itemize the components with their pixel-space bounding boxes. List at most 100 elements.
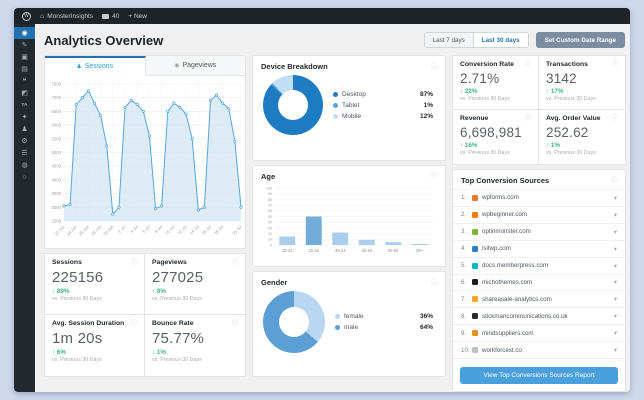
source-domain: docs.memberpress.com: [482, 262, 549, 270]
chevron-down-icon[interactable]: ▾: [614, 278, 617, 286]
set-custom-date-range-button[interactable]: Set Custom Date Range: [535, 32, 625, 48]
view-top-conversion-sources-report-button[interactable]: View Top Conversions Sources Report: [460, 367, 618, 384]
sidebar-item-comments[interactable]: ❝: [14, 75, 35, 87]
legend-item: male 64%: [335, 324, 433, 331]
svg-text:25-34: 25-34: [308, 248, 319, 253]
info-icon[interactable]: ⓘ: [431, 280, 437, 286]
conversion-source-row[interactable]: 10. workforcext.co ▾: [453, 341, 625, 358]
source-favicon: [472, 194, 478, 201]
stat-card-bounce-rate: Bounce Rate ⓘ 75.77% ↓ 1% vs. Previous 30 Da…: [145, 315, 246, 377]
info-icon[interactable]: ⓘ: [131, 321, 137, 327]
sidebar-item-plugins[interactable]: ✦: [14, 111, 35, 123]
stat-compare: vs. Previous 30 Days: [546, 96, 596, 102]
sidebar-item-ta-plugin[interactable]: TA: [14, 99, 35, 111]
sidebar-item-collapse[interactable]: ○: [14, 171, 35, 183]
chevron-down-icon[interactable]: ▾: [614, 228, 617, 236]
svg-text:7500: 7500: [51, 82, 61, 87]
info-icon[interactable]: ⓘ: [525, 62, 531, 68]
gender-donut-chart: [263, 291, 325, 353]
site-menu[interactable]: ⌂ MonsterInsights: [40, 13, 93, 20]
legend-dot: [335, 314, 340, 319]
left-column: ♟ Sessions ◉ Pageviews 2500 3000 3500 4000 4…: [44, 55, 246, 392]
chevron-down-icon[interactable]: ▾: [614, 346, 617, 354]
stat-compare: vs. Previous 30 Days: [52, 357, 102, 363]
info-icon[interactable]: ⓘ: [612, 62, 618, 68]
conversion-source-row[interactable]: 3. optinmonster.com ▾: [453, 222, 625, 240]
legend-dot: [335, 325, 340, 330]
info-icon[interactable]: ⓘ: [525, 116, 531, 122]
info-icon[interactable]: ⓘ: [232, 260, 238, 266]
last-7-days-button[interactable]: Last 7 days: [424, 33, 473, 47]
chevron-down-icon[interactable]: ▾: [614, 329, 617, 337]
chevron-down-icon[interactable]: ▾: [614, 312, 617, 320]
source-domain: wpforms.com: [482, 194, 519, 202]
info-icon[interactable]: ⓘ: [131, 260, 137, 266]
chevron-down-icon[interactable]: ▾: [614, 262, 617, 270]
settings-icon: ☰: [21, 149, 28, 157]
collapse-icon: ○: [22, 173, 27, 181]
info-icon[interactable]: ⓘ: [612, 116, 618, 122]
device-breakdown-title: Device Breakdown: [261, 62, 328, 71]
sidebar-item-posts[interactable]: ✎: [14, 39, 35, 51]
conversion-source-row[interactable]: 9. mindsuppliers.com ▾: [453, 324, 625, 341]
ta-plugin-icon: TA: [21, 101, 28, 107]
new-content-menu[interactable]: + New: [128, 13, 147, 20]
stat-label: Avg. Order Value: [546, 115, 601, 122]
date-range-controls: Last 7 days Last 30 days Set Custom Date…: [423, 32, 625, 48]
stat-change: ↑ 6%: [52, 349, 66, 356]
sidebar-item-media[interactable]: ▣: [14, 51, 35, 63]
svg-text:35-44: 35-44: [335, 248, 346, 253]
legend-dot: [333, 91, 338, 97]
info-icon[interactable]: ⓘ: [232, 321, 238, 327]
chevron-down-icon[interactable]: ▾: [614, 211, 617, 219]
tab-sessions[interactable]: ♟ Sessions: [45, 56, 146, 76]
device-breakdown-legend: Desktop 87% Tablet 1% Mobile 12%: [333, 91, 435, 120]
chevron-down-icon[interactable]: ▾: [614, 194, 617, 202]
source-favicon: [472, 279, 478, 286]
conversion-source-row[interactable]: 8. stickmancommunications.co.uk ▾: [453, 307, 625, 324]
conversion-source-row[interactable]: 6. michothemes.com ▾: [453, 273, 625, 291]
sidebar-item-tools[interactable]: ⚙: [14, 135, 35, 147]
device-breakdown-donut-chart: [263, 75, 323, 135]
conversion-source-row[interactable]: 7. shareasale-analytics.com ▾: [453, 290, 625, 307]
page-title: Analytics Overview: [44, 32, 164, 48]
eye-icon: ◉: [174, 62, 180, 69]
tab-pageviews[interactable]: ◉ Pageviews: [145, 56, 245, 76]
stat-compare: vs. Previous 30 Days: [460, 150, 510, 156]
site-name: MonsterInsights: [47, 12, 94, 20]
info-icon[interactable]: ⓘ: [431, 174, 437, 180]
conversion-source-row[interactable]: 5. docs.memberpress.com ▾: [453, 256, 625, 274]
source-rank: 2.: [461, 211, 467, 219]
home-icon: ⌂: [40, 12, 45, 20]
dashboard-grid: ♟ Sessions ◉ Pageviews 2500 3000 3500 4000 4…: [44, 55, 626, 392]
svg-text:10 Jul: 10 Jul: [164, 224, 175, 235]
info-icon[interactable]: ⓘ: [611, 178, 617, 184]
source-rank: 8.: [461, 312, 467, 320]
sidebar-item-monsterinsights[interactable]: ◍: [14, 159, 35, 171]
info-icon[interactable]: ⓘ: [431, 64, 437, 70]
sidebar-item-pages[interactable]: ▤: [14, 63, 35, 75]
svg-text:8 Jul: 8 Jul: [154, 224, 164, 234]
conversion-source-row[interactable]: 2. wpbeginner.com ▾: [453, 205, 625, 223]
wordpress-logo-icon[interactable]: W: [22, 11, 31, 21]
sidebar-item-settings[interactable]: ☰: [14, 147, 35, 159]
legend-value: 36%: [419, 313, 433, 320]
chevron-down-icon[interactable]: ▾: [614, 295, 617, 303]
svg-text:90: 90: [268, 192, 272, 196]
sidebar-item-appearance[interactable]: ◩: [14, 87, 35, 99]
svg-text:40: 40: [268, 221, 272, 225]
stat-card-avg-session-duration: Avg. Session Duration ⓘ 1m 20s ↑ 6% vs. Prev…: [44, 315, 145, 377]
conversion-source-row[interactable]: 4. isitwp.com ▾: [453, 239, 625, 257]
monsterinsights-icon: ◍: [21, 161, 28, 169]
right-stat-cards: Conversion Rate ⓘ 2.71% ↑ 22% vs. Previous 3…: [452, 55, 626, 165]
conversion-source-row[interactable]: 1. wpforms.com ▾: [453, 189, 625, 206]
svg-text:6000: 6000: [51, 123, 61, 128]
stat-label: Revenue: [460, 115, 489, 122]
source-domain: stickmancommunications.co.uk: [482, 312, 568, 320]
chevron-down-icon[interactable]: ▾: [614, 245, 617, 253]
source-domain: wpbeginner.com: [482, 211, 528, 219]
sidebar-item-users[interactable]: ♟: [14, 123, 35, 135]
comments-menu[interactable]: 40: [102, 13, 119, 20]
sidebar-item-dashboard[interactable]: ◉: [14, 27, 35, 39]
last-30-days-button[interactable]: Last 30 days: [472, 33, 528, 47]
